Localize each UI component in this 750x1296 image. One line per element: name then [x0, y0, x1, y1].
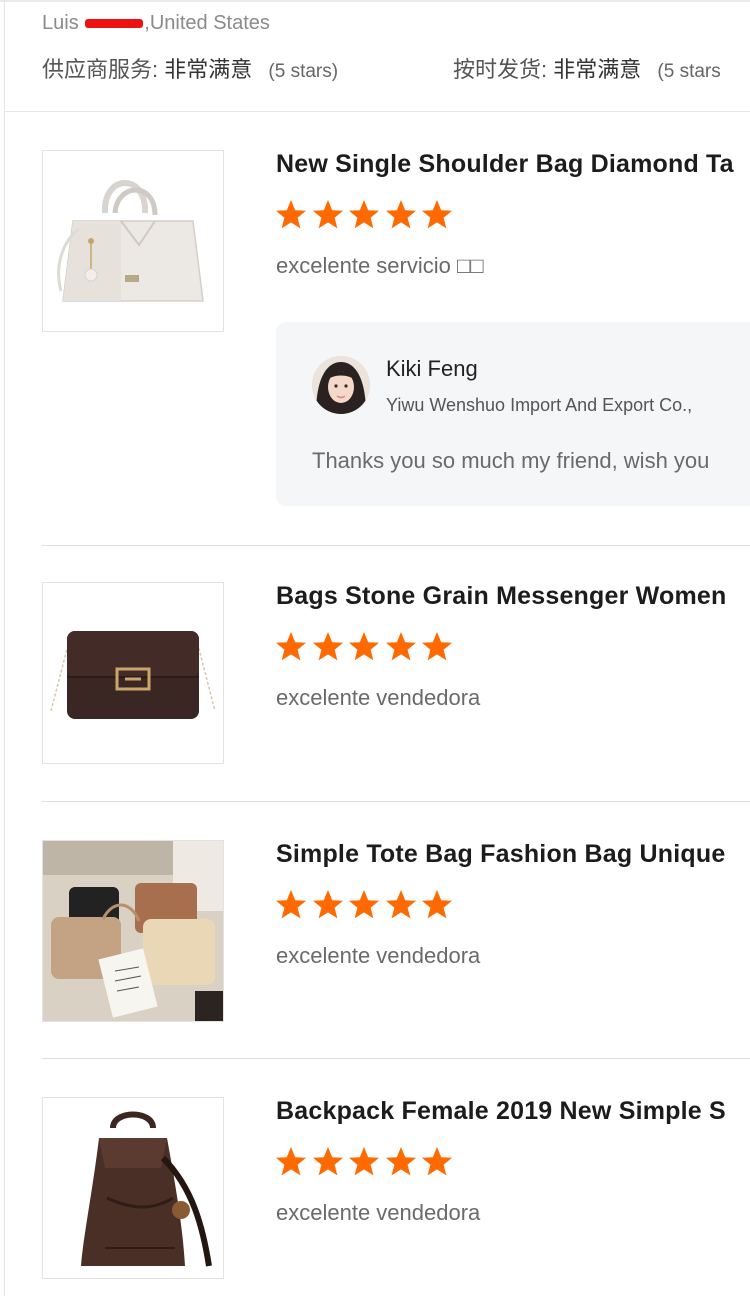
- buyer-country: ,United States: [144, 12, 270, 34]
- star-icon: [274, 198, 311, 232]
- store-ratings: 供应商服务: 非常满意 (5 stars) 按时发货: 非常满意 (5 star…: [42, 52, 750, 86]
- product-title[interactable]: New Single Shoulder Bag Diamond Ta: [276, 150, 734, 179]
- review-comment: excelente vendedora: [276, 685, 481, 710]
- star-icon: [274, 630, 311, 664]
- star-icon: [420, 1145, 457, 1179]
- review-divider: [42, 545, 750, 546]
- product-thumbnail-brown-backpack[interactable]: [42, 1097, 224, 1279]
- redacted-surname: [85, 19, 144, 29]
- star-icon: [311, 1145, 348, 1179]
- star-icon: [274, 1145, 311, 1179]
- star-rating: [274, 1145, 457, 1179]
- product-thumbnail-tote-bags-flatlay[interactable]: [42, 840, 224, 1022]
- rating-supplier-service: 供应商服务: 非常满意 (5 stars): [42, 52, 338, 84]
- review-comment: excelente vendedora: [276, 943, 481, 968]
- star-icon: [347, 198, 384, 232]
- star-icon: [347, 630, 384, 664]
- product-title[interactable]: Simple Tote Bag Fashion Bag Unique: [276, 840, 725, 869]
- star-icon: [384, 1145, 421, 1179]
- seller-reply-text: Thanks you so much my friend, wish you: [312, 448, 710, 473]
- rating-value: 非常满意: [164, 57, 253, 82]
- review-comment: excelente vendedora: [276, 1200, 481, 1225]
- star-icon: [311, 198, 348, 232]
- rating-stars-text: (5 stars: [657, 61, 721, 82]
- rating-stars-text: (5 stars): [268, 61, 339, 82]
- star-icon: [274, 888, 311, 922]
- star-icon: [420, 888, 457, 922]
- review-header: Luis ,United States 供应商服务: 非常满意 (5 stars…: [42, 10, 750, 86]
- review-comment: excelente servicio □□: [276, 253, 484, 278]
- seller-company[interactable]: Yiwu Wenshuo Import And Export Co.,: [386, 395, 692, 416]
- product-title[interactable]: Bags Stone Grain Messenger Women: [276, 582, 727, 611]
- star-icon: [384, 198, 421, 232]
- left-border: [4, 0, 5, 1296]
- rating-label: 按时发货:: [453, 57, 548, 82]
- seller-name: Kiki Feng: [386, 356, 478, 381]
- star-rating: [274, 630, 457, 664]
- rating-on-time-delivery: 按时发货: 非常满意 (5 stars: [453, 52, 721, 84]
- review-divider: [42, 1058, 750, 1059]
- star-icon: [420, 630, 457, 664]
- star-icon: [347, 1145, 384, 1179]
- buyer-first-name: Luis: [42, 12, 79, 34]
- star-icon: [311, 888, 348, 922]
- product-title[interactable]: Backpack Female 2019 New Simple S: [276, 1097, 726, 1126]
- star-icon: [420, 198, 457, 232]
- rating-label: 供应商服务:: [42, 57, 159, 82]
- rating-value: 非常满意: [553, 57, 642, 82]
- buyer-info: Luis ,United States: [42, 10, 750, 36]
- star-icon: [384, 888, 421, 922]
- star-rating: [274, 198, 457, 232]
- star-rating: [274, 888, 457, 922]
- star-icon: [311, 630, 348, 664]
- top-border: [0, 0, 750, 2]
- seller-avatar: [312, 356, 370, 414]
- review-divider: [42, 801, 750, 802]
- product-thumbnail-white-handbag[interactable]: [42, 150, 224, 332]
- header-divider: [5, 111, 750, 112]
- star-icon: [384, 630, 421, 664]
- star-icon: [347, 888, 384, 922]
- product-thumbnail-brown-crossbody-bag[interactable]: [42, 582, 224, 764]
- seller-reply: Kiki Feng Yiwu Wenshuo Import And Export…: [276, 322, 750, 506]
